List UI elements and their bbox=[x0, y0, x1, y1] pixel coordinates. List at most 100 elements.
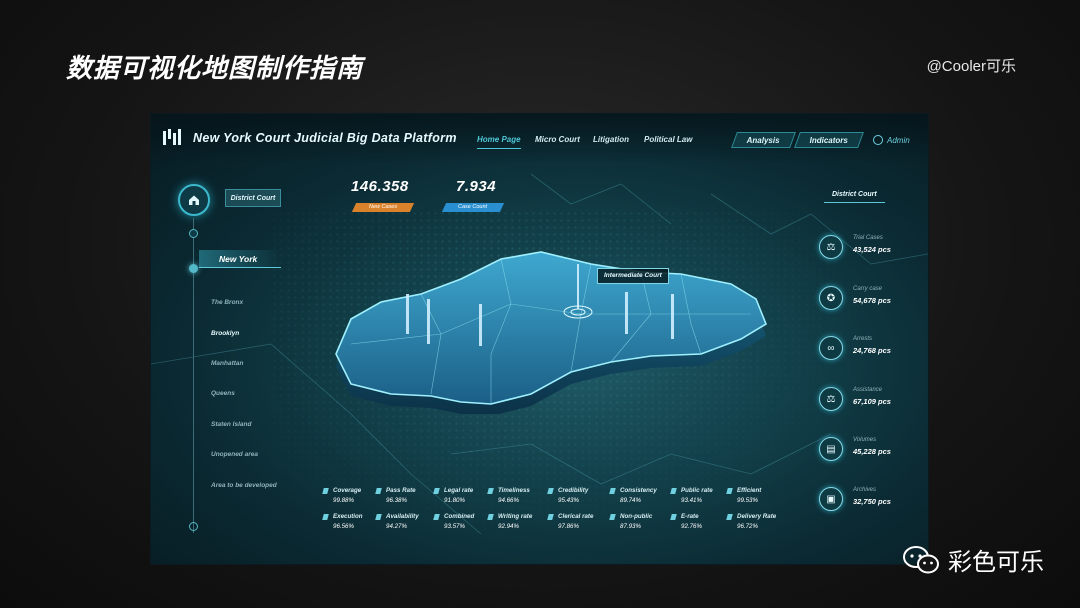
timeline-node-active[interactable] bbox=[189, 264, 198, 273]
region-queens[interactable]: Queens bbox=[211, 390, 235, 397]
new-york-3d-map[interactable] bbox=[311, 244, 781, 414]
region-staten-island[interactable]: Staten Island bbox=[211, 421, 251, 428]
kpi-flag-icon bbox=[726, 514, 733, 520]
kpi-flag-icon bbox=[433, 488, 440, 494]
metric-assistance[interactable]: ⚖ Assistance 67,109 pcs bbox=[819, 385, 909, 415]
metric-carry-case[interactable]: ✪ Carry case 54,678 pcs bbox=[819, 284, 909, 314]
kpi-flag-icon bbox=[487, 514, 494, 520]
top-bar: New York Court Judicial Big Data Platfor… bbox=[151, 114, 928, 164]
selected-region-new-york[interactable]: New York bbox=[199, 250, 281, 268]
watermark-text: 彩色可乐 bbox=[948, 548, 1044, 576]
metric-trial-cases[interactable]: ⚖ Trial Cases 43,524 pcs bbox=[819, 233, 909, 263]
new-cases-value: 146.358 bbox=[351, 178, 409, 195]
metric-volumes[interactable]: ▤ Volumes 45,228 pcs bbox=[819, 435, 909, 465]
metric-value: 43,524 pcs bbox=[853, 245, 891, 254]
wechat-icon bbox=[903, 545, 939, 573]
kpi-value: 94.27% bbox=[386, 523, 407, 530]
region-unopened-area[interactable]: Unopened area bbox=[211, 451, 258, 458]
kpi-execution: Execution 96.56% bbox=[322, 513, 379, 535]
dashboard-screenshot: New York Court Judicial Big Data Platfor… bbox=[151, 114, 928, 564]
kpi-flag-icon bbox=[670, 514, 677, 520]
kpi-flag-icon bbox=[375, 514, 382, 520]
kpi-value: 99.88% bbox=[333, 497, 354, 504]
kpi-value: 89.74% bbox=[620, 497, 641, 504]
kpi-pass-rate: Pass Rate 96.38% bbox=[375, 487, 432, 509]
nav-litigation[interactable]: Litigation bbox=[593, 135, 629, 144]
metric-value: 32,750 pcs bbox=[853, 497, 891, 506]
kpi-flag-icon bbox=[609, 488, 616, 494]
kpi-value: 96.38% bbox=[386, 497, 407, 504]
metric-label: Carry case bbox=[853, 286, 883, 292]
kpi-label: Clerical rate bbox=[558, 513, 594, 520]
kpi-public-rate: Public rate 93.41% bbox=[670, 487, 727, 509]
kpi-label: Public rate bbox=[681, 487, 713, 494]
add-node-icon[interactable] bbox=[189, 522, 198, 531]
gavel-icon: ⚖ bbox=[819, 235, 843, 259]
admin-menu[interactable]: Admin bbox=[873, 135, 910, 145]
kpi-credibility: Credibility 95.43% bbox=[547, 487, 604, 509]
slide-title: 数据可视化地图制作指南 bbox=[66, 54, 364, 84]
kpi-flag-icon bbox=[322, 514, 329, 520]
region-the-bronx[interactable]: The Bronx bbox=[211, 299, 243, 306]
district-court-tag[interactable]: District Court bbox=[225, 189, 281, 207]
kpi-consistency: Consistency 89.74% bbox=[609, 487, 666, 509]
kpi-value: 92.94% bbox=[498, 523, 519, 530]
kpi-non-public: Non-public 87.93% bbox=[609, 513, 666, 535]
intermediate-court-label[interactable]: Intermediate Court bbox=[597, 268, 669, 284]
kpi-flag-icon bbox=[547, 514, 554, 520]
platform-logo-icon bbox=[163, 129, 181, 145]
timeline-node[interactable] bbox=[189, 229, 198, 238]
kpi-legal-rate: Legal rate 91.80% bbox=[433, 487, 490, 509]
metric-label: Archives bbox=[853, 487, 877, 493]
badge-icon: ✪ bbox=[819, 286, 843, 310]
metric-label: Assistance bbox=[853, 387, 883, 393]
home-button[interactable] bbox=[178, 184, 210, 216]
kpi-combined: Combined 93.57% bbox=[433, 513, 490, 535]
kpi-flag-icon bbox=[433, 514, 440, 520]
author-handle: @Cooler可乐 bbox=[926, 58, 1016, 75]
metric-arrests[interactable]: ∞ Arrests 24,768 pcs bbox=[819, 334, 909, 364]
nav-home-page[interactable]: Home Page bbox=[477, 135, 521, 144]
kpi-flag-icon bbox=[322, 488, 329, 494]
new-cases-tag: New Cases bbox=[351, 203, 415, 212]
indicators-button[interactable]: Indicators bbox=[794, 132, 865, 148]
metric-value: 67,109 pcs bbox=[853, 397, 891, 406]
kpi-value: 94.66% bbox=[498, 497, 519, 504]
kpi-label: Pass Rate bbox=[386, 487, 416, 494]
metric-value: 24,768 pcs bbox=[853, 346, 891, 355]
kpi-coverage: Coverage 99.88% bbox=[322, 487, 379, 509]
metric-archives[interactable]: ▣ Archives 32,750 pcs bbox=[819, 485, 909, 515]
kpi-clerical-rate: Clerical rate 97.86% bbox=[547, 513, 604, 535]
kpi-label: E-rate bbox=[681, 513, 699, 520]
kpi-label: Consistency bbox=[620, 487, 657, 494]
analysis-button[interactable]: Analysis bbox=[731, 132, 796, 148]
kpi-value: 92.76% bbox=[681, 523, 702, 530]
region-brooklyn[interactable]: Brooklyn bbox=[211, 330, 239, 337]
scales-icon: ⚖ bbox=[819, 387, 843, 411]
kpi-flag-icon bbox=[547, 488, 554, 494]
kpi-flag-icon bbox=[609, 514, 616, 520]
kpi-label: Delivery Rate bbox=[737, 513, 777, 520]
metric-value: 45,228 pcs bbox=[853, 447, 891, 456]
metric-label: Volumes bbox=[853, 437, 877, 443]
region-manhattan[interactable]: Manhattan bbox=[211, 360, 244, 367]
kpi-label: Timeliness bbox=[498, 487, 530, 494]
watermark: 彩色可乐 bbox=[902, 542, 1044, 577]
kpi-e-rate: E-rate 92.76% bbox=[670, 513, 727, 535]
kpi-label: Combined bbox=[444, 513, 475, 520]
kpi-label: Execution bbox=[333, 513, 363, 520]
metric-value: 54,678 pcs bbox=[853, 296, 891, 305]
kpi-timeliness: Timeliness 94.66% bbox=[487, 487, 544, 509]
case-count-value: 7.934 bbox=[456, 178, 497, 195]
nav-political-law[interactable]: Political Law bbox=[644, 135, 692, 144]
region-area-to-be-developed[interactable]: Area to be developed bbox=[211, 482, 277, 489]
nav-micro-court[interactable]: Micro Court bbox=[535, 135, 580, 144]
kpi-value: 93.57% bbox=[444, 523, 465, 530]
kpi-value: 96.72% bbox=[737, 523, 758, 530]
nav-active-underline bbox=[477, 148, 521, 149]
kpi-label: Credibility bbox=[558, 487, 589, 494]
kpi-value: 87.93% bbox=[620, 523, 641, 530]
metric-label: Trial Cases bbox=[853, 235, 883, 241]
kpi-label: Writing rate bbox=[498, 513, 533, 520]
books-icon: ▤ bbox=[819, 437, 843, 461]
